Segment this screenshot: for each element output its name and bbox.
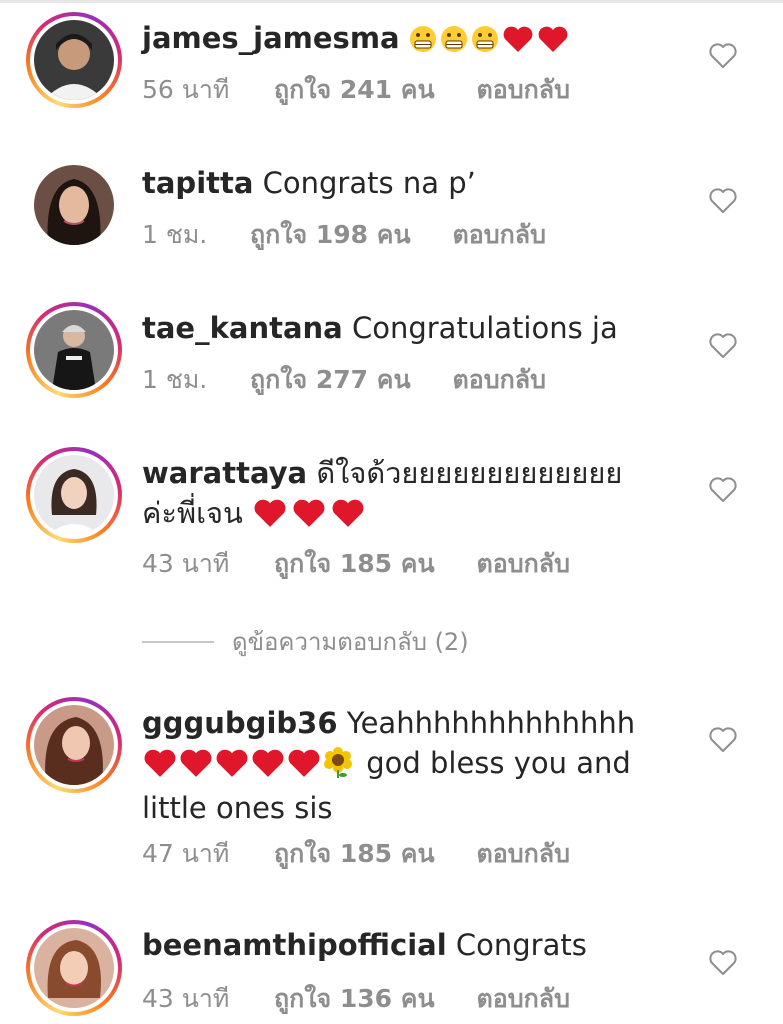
emoji-red-heart	[502, 23, 534, 63]
emoji-red-heart	[250, 748, 286, 788]
comment-username[interactable]: tapitta	[142, 166, 253, 200]
avatar-story-ring[interactable]	[26, 302, 122, 398]
comment-body: Congrats	[455, 928, 587, 962]
comment-likes[interactable]: ถูกใจ 241 คน	[274, 70, 435, 110]
emoji-grimace	[409, 23, 437, 63]
reply-button[interactable]: ตอบกลับ	[477, 979, 570, 1019]
comment-time: 43 นาที	[142, 549, 230, 578]
like-heart-icon[interactable]	[708, 726, 738, 754]
emoji-grimace	[471, 23, 499, 63]
avatar-no-ring[interactable]	[26, 157, 122, 253]
comment-username[interactable]: warattaya	[142, 456, 307, 490]
comment-text: tapitta Congrats na p’	[142, 163, 662, 203]
emoji-red-heart	[214, 748, 250, 788]
view-replies-label: ดูข้อความตอบกลับ (2)	[232, 628, 469, 656]
comment-body-line2: god bless you and	[366, 746, 631, 780]
comment-meta: 1 ชม. ถูกใจ 277 คน ตอบกลับ	[142, 360, 546, 400]
emoji-red-heart	[178, 748, 214, 788]
emoji-red-heart	[252, 498, 288, 538]
emoji-sunflower	[322, 746, 354, 788]
comment-text: tae_kantana Congratulations ja	[142, 308, 662, 348]
comment-likes[interactable]: ถูกใจ 185 คน	[274, 834, 435, 874]
avatar-story-ring[interactable]	[26, 447, 122, 543]
view-replies-divider	[142, 640, 214, 643]
avatar-story-ring[interactable]	[26, 12, 122, 108]
reply-button[interactable]: ตอบกลับ	[477, 70, 570, 110]
comment-username[interactable]: beenamthipofficial	[142, 928, 447, 962]
reply-button[interactable]: ตอบกลับ	[477, 544, 570, 584]
comment-username[interactable]: gggubgib36	[142, 706, 338, 740]
comment-body: Congrats na p’	[262, 166, 476, 200]
comment-meta: 43 นาที ถูกใจ 136 คน ตอบกลับ	[142, 979, 570, 1019]
avatar	[34, 310, 114, 390]
emoji-red-heart	[537, 23, 569, 63]
comment-time: 1 ชม.	[142, 220, 208, 249]
comment-username[interactable]: james_jamesma	[142, 21, 400, 55]
comment-meta: 43 นาที ถูกใจ 185 คน ตอบกลับ	[142, 544, 570, 584]
comment-username[interactable]: tae_kantana	[142, 311, 343, 345]
avatar	[34, 165, 114, 245]
comment-likes[interactable]: ถูกใจ 185 คน	[274, 544, 435, 584]
avatar-story-ring[interactable]	[26, 920, 122, 1016]
comment-likes[interactable]: ถูกใจ 198 คน	[250, 215, 411, 255]
comment-time: 43 นาที	[142, 984, 230, 1013]
comment-text: james_jamesma	[142, 18, 662, 63]
comment-text: warattaya ดีใจด้วยยยยยยยยยยยยย ค่ะพี่เจน	[142, 453, 662, 538]
comment-likes[interactable]: ถูกใจ 277 คน	[250, 360, 411, 400]
comment-text: gggubgib36 Yeahhhhhhhhhhhhh god bless yo…	[142, 703, 662, 828]
like-heart-icon[interactable]	[708, 42, 738, 70]
emoji-red-heart	[286, 748, 322, 788]
comment-body-line2: ค่ะพี่เจน	[142, 496, 243, 530]
comment-body: Yeahhhhhhhhhhhhh	[346, 706, 636, 740]
like-heart-icon[interactable]	[708, 949, 738, 977]
emoji-red-heart	[142, 748, 178, 788]
emoji-red-heart	[291, 498, 327, 538]
like-heart-icon[interactable]	[708, 332, 738, 360]
emoji-red-heart	[330, 498, 366, 538]
emoji-grimace	[440, 23, 468, 63]
avatar-story-ring[interactable]	[26, 697, 122, 793]
comment-likes[interactable]: ถูกใจ 136 คน	[274, 979, 435, 1019]
reply-button[interactable]: ตอบกลับ	[477, 834, 570, 874]
reply-button[interactable]: ตอบกลับ	[453, 215, 546, 255]
top-divider	[0, 0, 783, 3]
comment-time: 1 ชม.	[142, 365, 208, 394]
view-replies-link[interactable]: ดูข้อความตอบกลับ (2)	[142, 622, 469, 661]
comment-meta: 1 ชม. ถูกใจ 198 คน ตอบกลับ	[142, 215, 546, 255]
like-heart-icon[interactable]	[708, 476, 738, 504]
comment-meta: 47 นาที ถูกใจ 185 คน ตอบกลับ	[142, 834, 570, 874]
avatar	[34, 705, 114, 785]
comment-time: 47 นาที	[142, 839, 230, 868]
like-heart-icon[interactable]	[708, 187, 738, 215]
avatar	[34, 928, 114, 1008]
comment-body: Congratulations ja	[351, 311, 618, 345]
reply-button[interactable]: ตอบกลับ	[453, 360, 546, 400]
comment-body: ดีใจด้วยยยยยยยยยยยยย	[316, 456, 623, 490]
comment-time: 56 นาที	[142, 75, 230, 104]
comment-meta: 56 นาที ถูกใจ 241 คน ตอบกลับ	[142, 70, 570, 110]
avatar	[34, 20, 114, 100]
avatar	[34, 455, 114, 535]
comment-body-line3: little ones sis	[142, 791, 333, 825]
comment-text: beenamthipofficial Congrats	[142, 925, 662, 965]
